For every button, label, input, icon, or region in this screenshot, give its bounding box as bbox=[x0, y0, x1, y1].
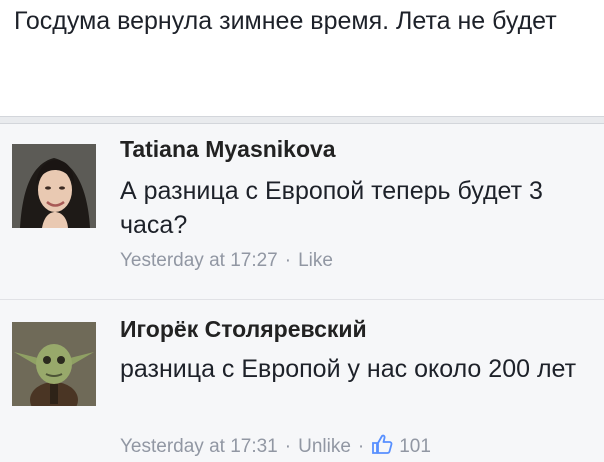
comments-list: Tatiana Myasnikova А разница с Европой т… bbox=[0, 124, 604, 462]
meta-separator: · bbox=[357, 436, 365, 457]
comment-meta: Yesterday at 17:27 · Like bbox=[120, 250, 333, 272]
unlike-link[interactable]: Unlike bbox=[298, 436, 351, 458]
comment: Tatiana Myasnikova А разница с Европой т… bbox=[0, 124, 604, 300]
avatar-yoda bbox=[12, 322, 96, 406]
meta-separator: · bbox=[284, 436, 292, 457]
comment-author[interactable]: Tatiana Myasnikova bbox=[120, 136, 336, 163]
avatar[interactable] bbox=[12, 322, 96, 406]
meta-separator: · bbox=[284, 250, 292, 271]
post-text: Госдума вернула зимнее время. Лета не бу… bbox=[14, 7, 557, 35]
comment-author[interactable]: Игорёк Столяревский bbox=[120, 316, 367, 343]
comment: Игорёк Столяревский разница с Европой у … bbox=[0, 300, 604, 462]
like-link[interactable]: Like bbox=[298, 250, 333, 272]
avatar[interactable] bbox=[12, 144, 96, 228]
like-count[interactable]: 101 bbox=[371, 433, 431, 458]
section-divider bbox=[0, 116, 604, 124]
comment-text: А разница с Европой теперь будет 3 часа? bbox=[120, 177, 543, 239]
comment-timestamp[interactable]: Yesterday at 17:27 bbox=[120, 250, 278, 272]
comment-meta: Yesterday at 17:31 · Unlike · 101 bbox=[120, 433, 431, 458]
thumbs-up-icon bbox=[372, 434, 393, 454]
post: Госдума вернула зимнее время. Лета не бу… bbox=[0, 0, 604, 116]
comment-text: разница с Европой у нас около 200 лет bbox=[120, 355, 577, 383]
like-count-value: 101 bbox=[399, 436, 431, 457]
comment-timestamp[interactable]: Yesterday at 17:31 bbox=[120, 436, 278, 458]
avatar-photo bbox=[12, 144, 96, 228]
